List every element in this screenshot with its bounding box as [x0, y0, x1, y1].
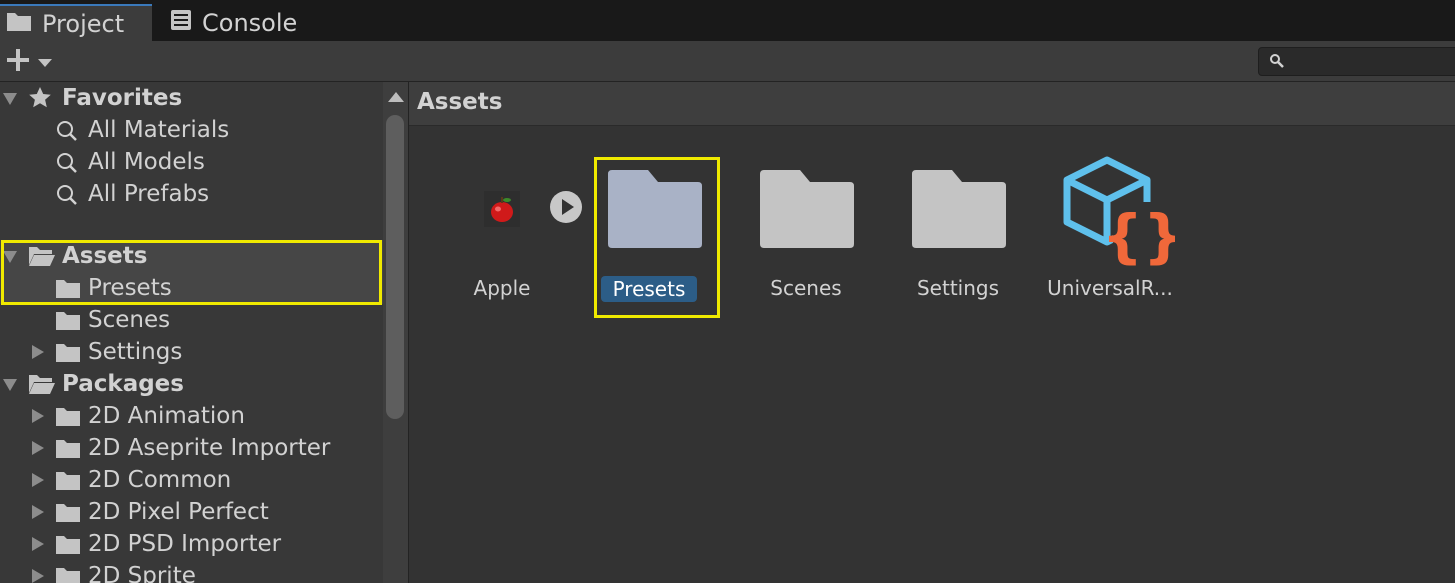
expanded-arrow-icon[interactable]	[3, 250, 17, 264]
collapsed-arrow-icon[interactable]	[31, 569, 45, 583]
apple-sprite-icon	[484, 191, 520, 227]
search-icon	[57, 153, 77, 173]
open-folder-icon	[29, 247, 55, 266]
breadcrumb-assets[interactable]: Assets	[417, 89, 502, 115]
folder-icon	[608, 170, 702, 248]
asset-browser-panel: Assets Apple Presets Scenes Settings {U…	[408, 82, 1455, 583]
tree-item-label: 2D Common	[88, 467, 232, 493]
folder-icon	[56, 344, 80, 362]
tree-item-label: 2D Aseprite Importer	[88, 435, 331, 461]
tab-console[interactable]: Console	[170, 4, 297, 41]
asset-item-apple[interactable]: Apple	[427, 156, 582, 306]
open-folder-icon	[29, 375, 55, 394]
folder-icon	[912, 170, 1006, 248]
collapsed-arrow-icon[interactable]	[31, 409, 45, 423]
collapsed-arrow-icon[interactable]	[31, 537, 45, 551]
breadcrumb: Assets	[409, 82, 1455, 126]
folder-icon	[56, 568, 80, 583]
plus-icon	[4, 46, 32, 78]
tree-item-label: 2D PSD Importer	[88, 531, 282, 557]
star-icon	[29, 87, 51, 108]
search-icon	[57, 121, 77, 141]
tab-project-label: Project	[42, 9, 125, 38]
asset-name: Settings	[916, 276, 1000, 300]
console-icon	[170, 9, 192, 37]
scrollbar-thumb[interactable]	[386, 115, 404, 419]
collapsed-arrow-icon[interactable]	[31, 345, 45, 359]
collapsed-arrow-icon[interactable]	[31, 505, 45, 519]
tree-item-presets[interactable]: Presets	[0, 272, 383, 304]
tree-scrollbar[interactable]	[383, 82, 408, 583]
tree-item-label: Assets	[62, 243, 148, 269]
expand-play-icon[interactable]	[549, 190, 583, 224]
search-input[interactable]	[1293, 50, 1455, 72]
tree-item-label: 2D Pixel Perfect	[88, 499, 269, 525]
tree-item-label: 2D Sprite	[88, 563, 196, 583]
tree-item-package[interactable]: 2D Common	[0, 464, 383, 496]
tree-item-assets[interactable]: Assets	[0, 240, 383, 272]
tree-item-label: All Materials	[88, 117, 230, 143]
chevron-down-icon	[38, 53, 52, 72]
tree-item-label: All Models	[88, 149, 205, 175]
folder-icon	[56, 408, 80, 426]
tree-item-scenes[interactable]: Scenes	[0, 304, 383, 336]
tree-item-label: Packages	[62, 371, 184, 397]
folder-icon	[56, 440, 80, 458]
render-pipeline-asset-icon: {}	[1063, 156, 1175, 266]
tree-item-label: Settings	[88, 339, 183, 365]
tree-item-package[interactable]: 2D Sprite	[0, 560, 383, 583]
tab-project[interactable]: Project	[0, 4, 152, 41]
asset-item-settings[interactable]: Settings	[883, 156, 1033, 306]
tree-item-label: All Prefabs	[88, 181, 210, 207]
asset-name: Presets	[601, 276, 697, 302]
project-toolbar	[0, 41, 1455, 82]
folder-icon	[56, 312, 80, 330]
tree-item-packages[interactable]: Packages	[0, 368, 383, 400]
asset-item-presets[interactable]: Presets	[579, 156, 729, 306]
collapsed-arrow-icon[interactable]	[31, 441, 45, 455]
tab-console-label: Console	[202, 8, 298, 37]
asset-name: Apple	[473, 276, 531, 300]
tree-item-package[interactable]: 2D Animation	[0, 400, 383, 432]
asset-name: UniversalR...	[1047, 276, 1173, 300]
search-icon	[57, 185, 77, 205]
tree-item-package[interactable]: 2D PSD Importer	[0, 528, 383, 560]
folder-icon	[56, 472, 80, 490]
folder-icon	[56, 280, 80, 298]
expanded-arrow-icon[interactable]	[3, 92, 17, 106]
scroll-up-arrow-icon[interactable]	[388, 92, 404, 102]
add-asset-button[interactable]	[4, 49, 56, 75]
tree-item-all-materials[interactable]: All Materials	[0, 114, 383, 146]
tree-item-label: Scenes	[88, 307, 171, 333]
tree-item-label: Favorites	[62, 85, 183, 111]
folder-icon	[56, 504, 80, 522]
search-field[interactable]	[1258, 47, 1455, 76]
folder-icon	[56, 536, 80, 554]
tree-item-favorites[interactable]: Favorites	[0, 82, 383, 114]
tree-item-package[interactable]: 2D Pixel Perfect	[0, 496, 383, 528]
svg-text:{}: {}	[1102, 202, 1175, 266]
tree-item-label: Presets	[88, 275, 172, 301]
project-tree-panel: Favorites All Materials All Models All P…	[0, 82, 383, 583]
tree-item-label: 2D Animation	[88, 403, 245, 429]
tree-item-all-prefabs[interactable]: All Prefabs	[0, 178, 383, 210]
collapsed-arrow-icon[interactable]	[31, 473, 45, 487]
tree-item-all-models[interactable]: All Models	[0, 146, 383, 178]
asset-name: Scenes	[770, 276, 842, 300]
tree-item-settings[interactable]: Settings	[0, 336, 383, 368]
expanded-arrow-icon[interactable]	[3, 378, 17, 392]
search-icon	[1269, 53, 1285, 73]
window-tab-bar: Project Console	[0, 0, 1455, 41]
asset-item-scenes[interactable]: Scenes	[731, 156, 881, 306]
folder-icon	[6, 10, 32, 38]
asset-item-universal-render-pipeline[interactable]: {} UniversalR...	[1035, 156, 1185, 306]
folder-icon	[760, 170, 854, 248]
tree-item-package[interactable]: 2D Aseprite Importer	[0, 432, 383, 464]
